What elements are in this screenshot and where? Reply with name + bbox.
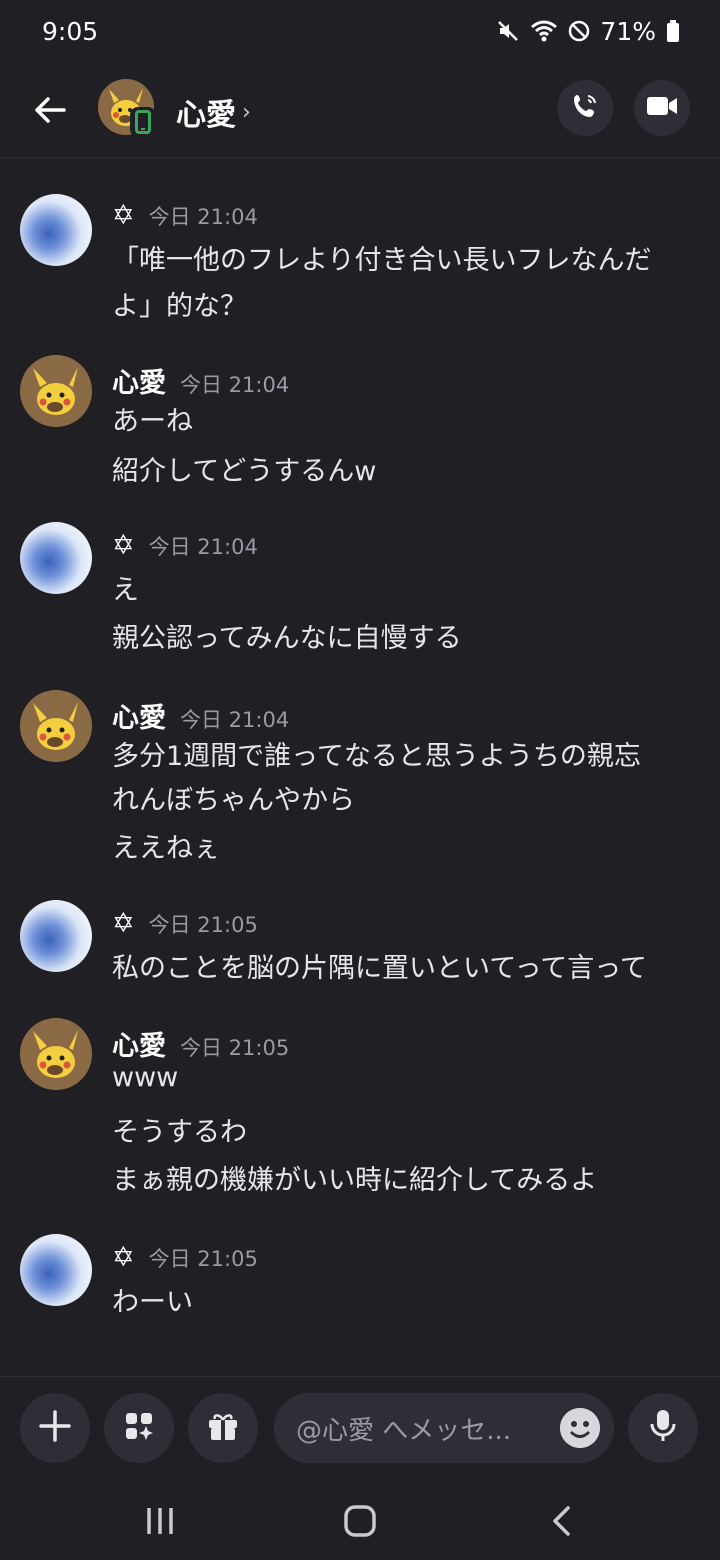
message-line: 紹介してどうするんw — [112, 456, 377, 487]
system-back-button[interactable] — [532, 1496, 592, 1546]
apps-button[interactable] — [104, 1393, 174, 1463]
contact-name-text: 心愛 — [176, 98, 236, 133]
video-camera-icon — [646, 94, 678, 122]
username[interactable]: 心愛 — [112, 361, 166, 400]
message-line: ええねぇ — [112, 833, 220, 864]
gift-button[interactable] — [188, 1393, 258, 1463]
recent-apps-button[interactable] — [130, 1496, 190, 1546]
message-header: 心愛 今日 21:04 — [112, 696, 289, 735]
message-line: え — [112, 575, 139, 606]
message-header: 心愛 今日 21:04 — [112, 361, 289, 400]
smiley-icon — [560, 1408, 600, 1448]
contact-avatar[interactable] — [98, 79, 156, 137]
message-header: ✡ 今日 21:04 — [112, 530, 258, 561]
user-avatar[interactable] — [20, 1234, 92, 1306]
wifi-icon — [530, 20, 558, 42]
home-button[interactable] — [330, 1496, 390, 1546]
add-attachment-button[interactable] — [20, 1393, 90, 1463]
contact-name[interactable]: 心愛 › — [176, 90, 251, 134]
message-line: www — [112, 1062, 179, 1093]
timestamp: 今日 21:05 — [148, 1247, 258, 1271]
recent-apps-icon — [147, 1508, 173, 1534]
message-input-placeholder: @心愛 へメッセ... — [296, 1415, 512, 1446]
message-composer: @心愛 へメッセ... — [0, 1376, 720, 1476]
message-header: ✡ 今日 21:05 — [112, 1242, 258, 1273]
status-bar: 9:05 71% — [0, 0, 720, 62]
sparkle-apps-icon — [121, 1408, 157, 1448]
username[interactable]: ✡ — [112, 1242, 135, 1273]
mute-icon — [496, 19, 520, 43]
status-time: 9:05 — [42, 16, 99, 46]
battery-level: 71% — [600, 16, 656, 46]
microphone-icon — [647, 1408, 679, 1448]
message-line: よ」的な？ — [112, 291, 247, 322]
user-avatar[interactable] — [20, 522, 92, 594]
username[interactable]: 心愛 — [112, 1024, 166, 1063]
gift-icon — [205, 1408, 241, 1448]
plus-icon — [37, 1408, 73, 1448]
timestamp: 今日 21:04 — [148, 535, 258, 559]
message-line: あーね — [112, 406, 193, 437]
phone-call-icon — [570, 91, 600, 125]
username[interactable]: ✡ — [112, 908, 135, 939]
message-input[interactable]: @心愛 へメッセ... — [274, 1393, 614, 1463]
message-header: ✡ 今日 21:04 — [112, 200, 258, 231]
message-header: ✡ 今日 21:05 — [112, 908, 258, 939]
timestamp: 今日 21:05 — [148, 913, 258, 937]
do-not-disturb-icon — [568, 20, 590, 42]
status-icons: 71% — [496, 17, 680, 46]
message-line: 親公認ってみんなに自慢する — [112, 623, 462, 654]
message-line: れんぼちゃんやから — [112, 785, 355, 816]
message-header: 心愛 今日 21:05 — [112, 1024, 289, 1063]
user-avatar[interactable] — [20, 690, 92, 762]
chevron-left-icon — [553, 1506, 570, 1536]
chevron-right-icon: › — [242, 99, 251, 125]
message-line: 私のことを脳の片隅に置いといてって言って — [112, 953, 647, 984]
emoji-button[interactable] — [560, 1408, 600, 1448]
timestamp: 今日 21:04 — [180, 373, 290, 397]
timestamp: 今日 21:04 — [180, 708, 290, 732]
voice-message-button[interactable] — [628, 1393, 698, 1463]
system-nav-bar — [0, 1476, 720, 1560]
video-call-button[interactable] — [634, 80, 690, 136]
mobile-status-icon — [130, 107, 156, 137]
voice-call-button[interactable] — [557, 80, 613, 136]
user-avatar[interactable] — [20, 1018, 92, 1090]
user-avatar[interactable] — [20, 900, 92, 972]
home-icon — [344, 1505, 376, 1537]
message-line: 「唯一他のフレより付き合い長いフレなんだ — [112, 245, 652, 276]
message-line: 多分1週間で誰ってなると思うようちの親忘 — [112, 741, 641, 772]
user-avatar[interactable] — [20, 355, 92, 427]
message-line: わーい — [112, 1287, 193, 1318]
username[interactable]: ✡ — [112, 530, 135, 561]
message-list[interactable]: ✡ 今日 21:04 「唯一他のフレより付き合い長いフレなんだ よ」的な？ 心愛… — [0, 160, 720, 1374]
battery-icon — [666, 20, 680, 42]
back-arrow-icon[interactable] — [28, 88, 72, 132]
timestamp: 今日 21:05 — [180, 1036, 290, 1060]
message-line: まぁ親の機嫌がいい時に紹介してみるよ — [112, 1165, 598, 1196]
timestamp: 今日 21:04 — [148, 205, 258, 229]
chat-header: 心愛 › — [0, 62, 720, 158]
user-avatar[interactable] — [20, 194, 92, 266]
username[interactable]: ✡ — [112, 200, 135, 231]
message-line: そうするわ — [112, 1117, 247, 1148]
username[interactable]: 心愛 — [112, 696, 166, 735]
